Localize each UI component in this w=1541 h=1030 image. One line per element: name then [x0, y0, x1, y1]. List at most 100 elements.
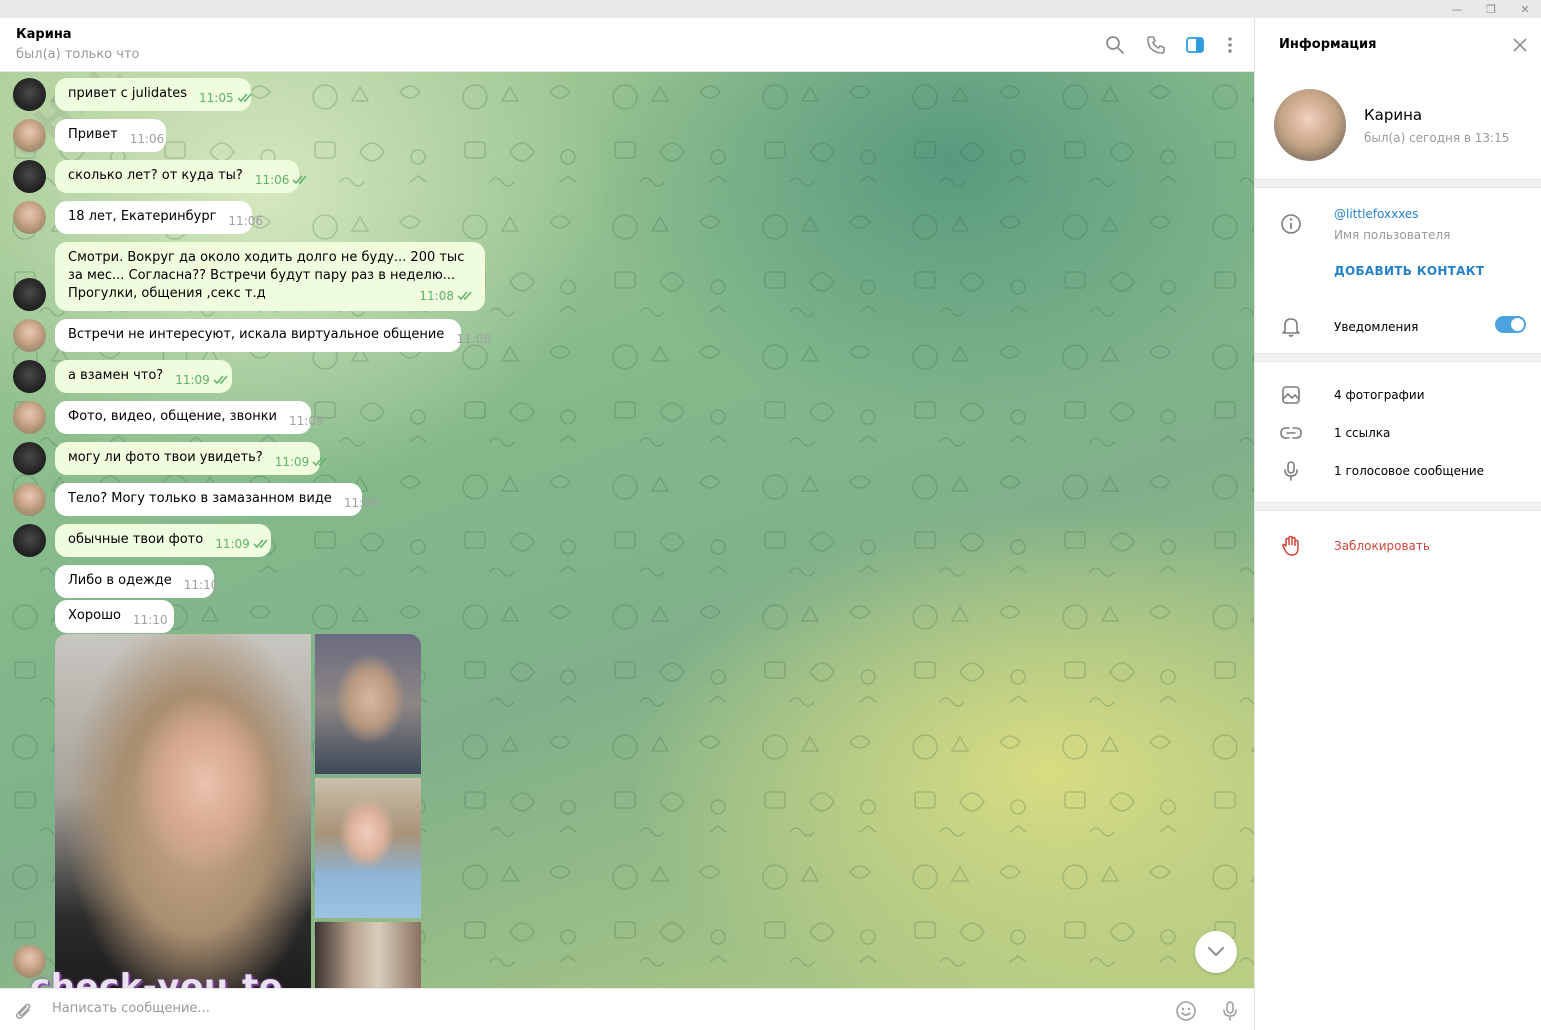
notifications-toggle[interactable] — [1495, 316, 1526, 333]
link-icon — [1279, 421, 1303, 445]
window-titlebar: — ❐ ✕ — [0, 0, 1541, 18]
message-bubble[interactable]: Тело? Могу только в замазанном виде 11:09 — [55, 483, 378, 516]
message-text: Хорошо — [68, 608, 121, 623]
message-bubble[interactable]: могу ли фото твои увидеть? 11:09 — [55, 442, 327, 475]
block-hand-icon — [1279, 534, 1303, 558]
phone-icon[interactable] — [1144, 33, 1168, 57]
more-vertical-icon[interactable] — [1218, 33, 1242, 57]
message-text: 18 лет, Екатеринбург — [68, 209, 217, 224]
double-check-icon — [292, 174, 310, 189]
username-label: Имя пользователя — [1334, 228, 1451, 242]
message-bubble[interactable]: обычные твои фото 11:09 — [55, 524, 271, 557]
close-icon: ✕ — [1520, 2, 1530, 16]
bell-icon — [1279, 315, 1303, 339]
panel-title: Информация — [1279, 37, 1377, 52]
search-icon[interactable] — [1103, 33, 1127, 57]
emoji-icon[interactable] — [1174, 999, 1198, 1023]
info-icon — [1279, 212, 1303, 236]
message-bubble[interactable]: Либо в одежде 11:10 — [55, 565, 218, 598]
minimize-button[interactable]: — — [1440, 0, 1474, 18]
message-text: Встречи не интересуют, искала виртуально… — [68, 327, 445, 342]
message-time: 11:06 — [129, 132, 165, 146]
message-time: 11:09 — [343, 496, 379, 510]
notifications-label: Уведомления — [1334, 320, 1419, 334]
media-photos-count[interactable]: 4 фотографии — [1334, 388, 1425, 402]
photo[interactable] — [315, 634, 421, 774]
message-time: 11:09 — [175, 373, 210, 387]
chat-title[interactable]: Карина — [16, 27, 72, 42]
message-bubble[interactable]: Фото, видео, общение, звонки 11:09 — [55, 401, 324, 434]
avatar[interactable] — [13, 524, 46, 557]
message-text: Привет — [68, 127, 118, 142]
message-bubble[interactable]: привет с julidates 11:05 — [55, 78, 252, 111]
microphone-icon — [1279, 459, 1303, 483]
message-text: Либо в одежде — [68, 573, 172, 588]
avatar[interactable] — [13, 78, 46, 111]
media-links-count[interactable]: 1 ссылка — [1334, 426, 1390, 440]
minimize-icon: — — [1451, 2, 1463, 16]
message-time: 11:06 — [228, 214, 264, 228]
sidebar-toggle-icon[interactable] — [1183, 33, 1207, 57]
message-time: 11:10 — [132, 613, 168, 627]
profile-avatar[interactable] — [1274, 89, 1346, 161]
message-time: 11:05 — [199, 91, 234, 105]
section-divider — [1255, 502, 1541, 511]
message-bubble[interactable]: Привет 11:06 — [55, 119, 166, 152]
chevron-down-icon — [1208, 947, 1224, 957]
photo[interactable] — [315, 778, 421, 918]
message-bubble[interactable]: Хорошо 11:10 — [55, 600, 174, 633]
avatar[interactable] — [13, 201, 46, 234]
avatar[interactable] — [13, 319, 46, 352]
attach-icon[interactable] — [12, 999, 36, 1023]
double-check-icon — [253, 538, 271, 553]
chat-header: Карина был(а) только что — [0, 18, 1254, 72]
message-text: сколько лет? от куда ты? — [68, 168, 243, 183]
block-user-button[interactable]: Заблокировать — [1334, 539, 1430, 553]
profile-name: Карина — [1364, 106, 1423, 124]
microphone-icon[interactable] — [1218, 999, 1242, 1023]
media-voice-count[interactable]: 1 голосовое сообщение — [1334, 464, 1484, 478]
message-time: 11:09 — [215, 537, 250, 551]
message-text: могу ли фото твои увидеть? — [68, 450, 263, 465]
message-text: Тело? Могу только в замазанном виде — [68, 491, 332, 506]
restore-button[interactable]: ❐ — [1474, 0, 1508, 18]
message-time: 11:06 — [254, 173, 290, 187]
avatar[interactable] — [13, 483, 46, 516]
photo-album — [55, 634, 421, 988]
message-bubble[interactable]: Встречи не интересуют, искала виртуально… — [55, 319, 491, 352]
photo[interactable] — [55, 634, 311, 988]
avatar[interactable] — [13, 360, 46, 393]
avatar[interactable] — [13, 278, 46, 311]
message-input[interactable] — [52, 1001, 1132, 1016]
close-icon — [1513, 38, 1527, 52]
double-check-icon — [312, 456, 330, 471]
message-time: 11:08 — [456, 332, 491, 346]
username-value[interactable]: @littlefoxxxes — [1334, 207, 1419, 221]
avatar[interactable] — [13, 160, 46, 193]
message-time: 11:09 — [274, 455, 310, 469]
message-bubble[interactable]: Смотри. Вокруг да около ходить долго не … — [55, 242, 485, 311]
double-check-icon — [237, 92, 255, 107]
avatar[interactable] — [13, 401, 46, 434]
add-contact-button[interactable]: ДОБАВИТЬ КОНТАКТ — [1334, 264, 1484, 278]
restore-icon: ❐ — [1486, 2, 1496, 16]
scroll-down-button[interactable] — [1195, 931, 1237, 973]
close-window-button[interactable]: ✕ — [1508, 0, 1541, 18]
double-check-icon — [457, 289, 475, 307]
message-bubble[interactable]: а взамен что? 11:09 — [55, 360, 232, 393]
chat-history[interactable]: CHECK YOU ME привет с julidates11:05 При… — [0, 72, 1254, 988]
message-bubble[interactable]: сколько лет? от куда ты? 11:06 — [55, 160, 307, 193]
message-bubble[interactable]: 18 лет, Екатеринбург 11:06 — [55, 201, 263, 234]
avatar[interactable] — [13, 119, 46, 152]
double-check-icon — [213, 374, 231, 389]
message-composer — [0, 988, 1254, 1030]
message-text: а взамен что? — [68, 368, 164, 383]
avatar[interactable] — [13, 442, 46, 475]
photo[interactable] — [315, 922, 421, 988]
section-divider — [1255, 353, 1541, 362]
close-panel-button[interactable] — [1509, 34, 1531, 56]
message-text: Фото, видео, общение, звонки — [68, 409, 278, 424]
chat-status: был(а) только что — [16, 47, 140, 62]
message-text: привет с julidates — [68, 86, 188, 101]
message-time: 11:10 — [183, 578, 219, 592]
